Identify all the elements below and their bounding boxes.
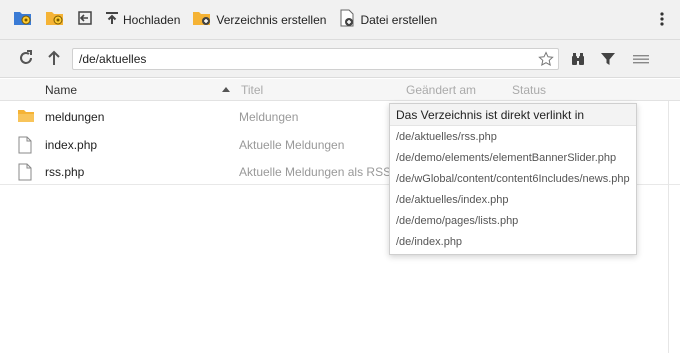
more-vertical-icon <box>660 11 664 29</box>
row-name: meldungen <box>45 110 105 124</box>
popup-link-item[interactable]: /de/demo/elements/elementBannerSlider.ph… <box>390 147 636 168</box>
folder-icon <box>17 108 35 126</box>
file-icon <box>17 163 35 181</box>
popup-link-item[interactable]: /de/aktuelles/index.php <box>390 189 636 210</box>
row-name: rss.php <box>45 165 85 179</box>
row-name: index.php <box>45 138 98 152</box>
popup-title: Das Verzeichnis ist direkt verlinkt in <box>390 104 636 126</box>
create-directory-label: Verzeichnis erstellen <box>216 12 327 27</box>
exit-button[interactable] <box>72 6 98 34</box>
column-name[interactable]: Name <box>45 83 77 97</box>
refresh-button[interactable] <box>16 49 36 69</box>
folder-settings-button[interactable] <box>8 6 38 34</box>
new-file-icon <box>338 9 356 30</box>
popup-link-item[interactable]: /de/demo/pages/lists.php <box>390 210 636 231</box>
binoculars-icon <box>570 51 586 70</box>
more-menu-button[interactable] <box>656 10 668 30</box>
filter-icon <box>600 51 616 70</box>
column-modified[interactable]: Geändert am <box>406 83 476 97</box>
upload-icon <box>105 11 119 28</box>
exit-icon <box>77 10 93 29</box>
toolbar: Hochladen Verzeichnis erstellen Datei er… <box>0 0 680 40</box>
column-status[interactable]: Status <box>512 83 546 97</box>
filter-button[interactable] <box>598 50 618 70</box>
path-input[interactable]: /de/aktuelles <box>72 48 559 70</box>
refresh-icon <box>18 49 34 69</box>
create-file-label: Datei erstellen <box>360 12 438 27</box>
up-directory-button[interactable] <box>44 49 64 69</box>
settings-gear-icon <box>45 9 65 30</box>
panel-edge <box>668 101 669 353</box>
file-icon <box>17 136 35 154</box>
row-title: Aktuelle Meldungen <box>239 138 345 152</box>
column-title[interactable]: Titel <box>241 83 263 97</box>
sort-ascending-icon <box>222 87 230 92</box>
upload-label: Hochladen <box>123 12 181 27</box>
table-header: Name Titel Geändert am Status <box>0 79 680 101</box>
bookmark-button[interactable] <box>536 50 556 70</box>
new-folder-icon <box>192 9 212 30</box>
create-directory-button[interactable]: Verzeichnis erstellen <box>187 6 331 34</box>
search-button[interactable] <box>568 50 588 70</box>
row-title: Meldungen <box>239 110 299 124</box>
popup-link-item[interactable]: /de/aktuelles/rss.php <box>390 126 636 147</box>
list-view-icon <box>633 53 649 68</box>
up-arrow-icon <box>47 50 61 69</box>
star-icon <box>538 50 554 70</box>
popup-link-item[interactable]: /de/index.php <box>390 231 636 252</box>
settings-button[interactable] <box>40 6 70 34</box>
create-file-button[interactable]: Datei erstellen <box>333 6 442 34</box>
upload-button[interactable]: Hochladen <box>100 6 185 34</box>
row-title: Aktuelle Meldungen als RSS <box>239 165 392 179</box>
popup-link-item[interactable]: /de/wGlobal/content/content6Includes/new… <box>390 168 636 189</box>
list-view-button[interactable] <box>631 50 651 70</box>
settings-folder-icon <box>13 9 33 30</box>
linked-in-popup: Das Verzeichnis ist direkt verlinkt in /… <box>389 103 637 255</box>
